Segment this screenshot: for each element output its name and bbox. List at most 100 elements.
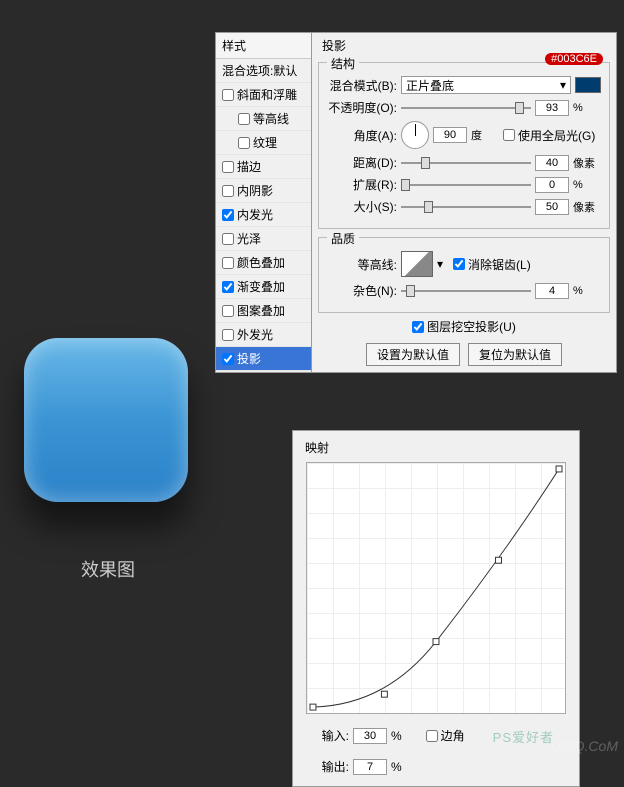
curve-editor[interactable] [306, 462, 566, 714]
chevron-down-icon: ▾ [437, 257, 443, 271]
antialias-label: 消除锯齿(L) [468, 256, 531, 273]
curve-output-label: 输出: [311, 758, 349, 775]
percent-unit: % [573, 179, 601, 191]
knockout-label: 图层挖空投影(U) [427, 318, 516, 335]
contour-label: 等高线: [327, 256, 397, 273]
noise-input[interactable] [535, 283, 569, 299]
curve-input-field[interactable] [353, 728, 387, 744]
style-item-4[interactable]: 内阴影 [216, 179, 311, 203]
style-checkbox[interactable] [238, 113, 250, 125]
color-badge: #003C6E [545, 53, 603, 65]
noise-slider[interactable] [401, 284, 531, 298]
percent-unit: % [573, 102, 601, 114]
style-item-5[interactable]: 内发光 [216, 203, 311, 227]
style-checkbox[interactable] [222, 281, 234, 293]
style-item-2[interactable]: 纹理 [216, 131, 311, 155]
percent-unit: % [573, 285, 601, 297]
shadow-panel: 投影 结构 #003C6E 混合模式(B): 正片叠底 ▾ 不透明度(O): %… [312, 33, 616, 372]
shadow-title-group: 投影 [318, 37, 610, 54]
watermark-text: PS爱好者 [493, 727, 554, 746]
size-label: 大小(S): [327, 198, 397, 215]
style-item-0[interactable]: 斜面和浮雕 [216, 83, 311, 107]
style-checkbox[interactable] [222, 161, 234, 173]
style-checkbox[interactable] [222, 209, 234, 221]
angle-dial[interactable] [401, 121, 429, 149]
antialias-checkbox[interactable]: 消除锯齿(L) [453, 256, 531, 273]
style-item-label: 描边 [237, 158, 261, 175]
opacity-input[interactable] [535, 100, 569, 116]
style-checkbox[interactable] [222, 233, 234, 245]
px-unit: 像素 [573, 199, 601, 215]
global-light-label: 使用全局光(G) [518, 127, 595, 144]
style-item-3[interactable]: 描边 [216, 155, 311, 179]
percent-unit: % [391, 760, 402, 774]
style-checkbox[interactable] [238, 137, 250, 149]
layer-style-dialog: 样式 混合选项:默认 斜面和浮雕等高线纹理描边内阴影内发光光泽颜色叠加渐变叠加图… [215, 32, 617, 373]
style-checkbox[interactable] [222, 305, 234, 317]
corner-label: 边角 [441, 727, 465, 744]
contour-picker[interactable] [401, 251, 433, 277]
style-item-11[interactable]: 投影 [216, 347, 311, 371]
blend-mode-label: 混合模式(B): [327, 77, 397, 94]
size-input[interactable] [535, 199, 569, 215]
angle-label: 角度(A): [327, 127, 397, 144]
curve-input-label: 输入: [311, 727, 349, 744]
size-slider[interactable] [401, 200, 531, 214]
distance-label: 距离(D): [327, 154, 397, 171]
style-item-label: 内发光 [237, 206, 273, 223]
corner-checkbox[interactable]: 边角 [426, 727, 465, 744]
style-checkbox[interactable] [222, 353, 234, 365]
reset-default-button[interactable]: 复位为默认值 [468, 343, 562, 366]
preview-label: 效果图 [24, 556, 192, 582]
watermark-text: UiBQ.CoM [551, 738, 618, 754]
style-item-label: 颜色叠加 [237, 254, 285, 271]
style-checkbox[interactable] [222, 329, 234, 341]
style-item-label: 内阴影 [237, 182, 273, 199]
style-item-9[interactable]: 图案叠加 [216, 299, 311, 323]
structure-label: 结构 [327, 55, 359, 72]
distance-slider[interactable] [401, 156, 531, 170]
style-item-label: 斜面和浮雕 [237, 86, 297, 103]
style-list-header: 样式 [216, 33, 311, 59]
style-item-label: 纹理 [253, 134, 277, 151]
style-item-1[interactable]: 等高线 [216, 107, 311, 131]
quality-label: 品质 [327, 230, 359, 247]
style-checkbox[interactable] [222, 185, 234, 197]
blend-mode-dropdown[interactable]: 正片叠底 ▾ [401, 76, 571, 94]
style-checkbox[interactable] [222, 89, 234, 101]
structure-group: 结构 #003C6E 混合模式(B): 正片叠底 ▾ 不透明度(O): % 角度… [318, 62, 610, 229]
percent-unit: % [391, 729, 402, 743]
style-list: 样式 混合选项:默认 斜面和浮雕等高线纹理描边内阴影内发光光泽颜色叠加渐变叠加图… [216, 33, 312, 372]
style-item-label: 投影 [237, 350, 261, 367]
chevron-down-icon: ▾ [560, 78, 566, 92]
result-icon-preview [24, 338, 188, 502]
angle-input[interactable] [433, 127, 467, 143]
degree-unit: 度 [471, 127, 499, 143]
style-checkbox[interactable] [222, 257, 234, 269]
curve-output-field[interactable] [353, 759, 387, 775]
curve-title: 映射 [299, 437, 573, 458]
style-item-label: 外发光 [237, 326, 273, 343]
spread-label: 扩展(R): [327, 176, 397, 193]
style-item-label: 渐变叠加 [237, 278, 285, 295]
noise-label: 杂色(N): [327, 282, 397, 299]
blend-options-item[interactable]: 混合选项:默认 [216, 59, 311, 83]
shadow-color-swatch[interactable] [575, 77, 601, 93]
style-item-8[interactable]: 渐变叠加 [216, 275, 311, 299]
spread-input[interactable] [535, 177, 569, 193]
set-default-button[interactable]: 设置为默认值 [366, 343, 460, 366]
knockout-checkbox[interactable]: 图层挖空投影(U) [412, 318, 516, 335]
global-light-checkbox[interactable]: 使用全局光(G) [503, 127, 595, 144]
spread-slider[interactable] [401, 178, 531, 192]
opacity-slider[interactable] [401, 101, 531, 115]
px-unit: 像素 [573, 155, 601, 171]
style-item-label: 光泽 [237, 230, 261, 247]
style-item-6[interactable]: 光泽 [216, 227, 311, 251]
style-item-7[interactable]: 颜色叠加 [216, 251, 311, 275]
opacity-label: 不透明度(O): [327, 99, 397, 116]
quality-group: 品质 等高线: ▾ 消除锯齿(L) 杂色(N): % [318, 237, 610, 313]
curve-path-icon [307, 463, 565, 713]
style-item-label: 图案叠加 [237, 302, 285, 319]
distance-input[interactable] [535, 155, 569, 171]
style-item-10[interactable]: 外发光 [216, 323, 311, 347]
